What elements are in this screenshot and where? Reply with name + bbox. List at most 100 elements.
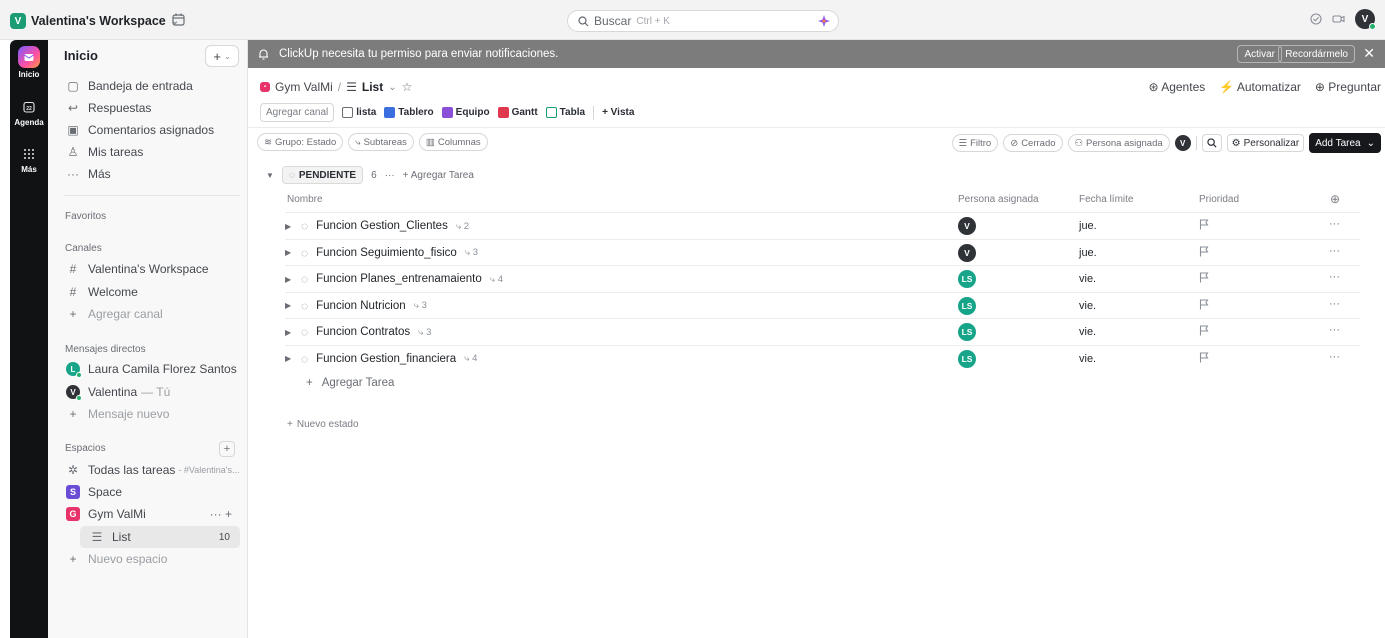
- priority-flag-icon[interactable]: [1199, 325, 1209, 339]
- new-space-item[interactable]: + Nuevo espacio: [56, 548, 240, 570]
- expand-caret-icon[interactable]: ▶: [285, 328, 293, 337]
- tab-equipo[interactable]: Equipo: [441, 107, 490, 118]
- star-icon[interactable]: ☆: [402, 80, 413, 94]
- group-more-icon[interactable]: ···: [385, 170, 395, 181]
- due-date[interactable]: vie.: [1079, 300, 1096, 312]
- assignee-avatar[interactable]: LS: [958, 270, 976, 288]
- task-name[interactable]: Funcion Gestion_financiera: [316, 353, 456, 365]
- row-more-icon[interactable]: ···: [1329, 271, 1340, 283]
- channel-item-welcome[interactable]: # Welcome: [56, 281, 240, 303]
- closed-button[interactable]: ⊘ Cerrado: [1003, 134, 1063, 152]
- search-input[interactable]: Buscar Ctrl + K: [567, 10, 839, 32]
- table-row[interactable]: ▶ ◌ Funcion Contratos ⤷ 3 LS vie. ···: [285, 318, 1360, 344]
- subtask-count[interactable]: ⤷ 4: [490, 274, 503, 285]
- task-name[interactable]: Funcion Nutricion: [316, 300, 405, 312]
- space-actions-icon[interactable]: ··· +: [210, 507, 232, 521]
- tab-gantt[interactable]: Gantt: [497, 107, 538, 118]
- tab-tablero[interactable]: Tablero: [384, 107, 434, 118]
- task-status-icon[interactable]: ◌: [301, 272, 308, 286]
- activate-button[interactable]: Activar: [1237, 45, 1282, 63]
- task-name[interactable]: Funcion Gestion_Clientes: [316, 220, 448, 232]
- breadcrumb-list[interactable]: List: [362, 80, 383, 94]
- dm-item-laura[interactable]: L Laura Camila Florez Santos: [56, 358, 240, 380]
- due-date[interactable]: jue.: [1079, 220, 1097, 232]
- sidebar-item-more[interactable]: ··· Más: [56, 163, 240, 185]
- task-name[interactable]: Funcion Planes_entrenamaiento: [316, 273, 482, 285]
- task-name[interactable]: Funcion Seguimiento_fisico: [316, 247, 457, 259]
- table-row[interactable]: ▶ ◌ Funcion Planes_entrenamaiento ⤷ 4 LS vie.…: [285, 265, 1360, 291]
- assignee-avatar[interactable]: LS: [958, 349, 976, 368]
- remind-me-button[interactable]: Recordármelo: [1278, 45, 1355, 63]
- filter-button[interactable]: ☰ Filtro: [951, 134, 999, 152]
- channel-item-workspace[interactable]: # Valentina's Workspace: [56, 258, 240, 280]
- channels-heading[interactable]: Canales: [65, 243, 102, 254]
- task-name-cell[interactable]: ▶ ◌ Funcion Gestion_Clientes ⤷ 2: [285, 219, 469, 233]
- expand-caret-icon[interactable]: ▶: [285, 275, 293, 284]
- expand-caret-icon[interactable]: ▶: [285, 301, 293, 310]
- space-item-space[interactable]: S Space: [56, 481, 240, 503]
- customize-button[interactable]: ⚙ Personalizar: [1226, 134, 1305, 152]
- row-more-icon[interactable]: ···: [1329, 298, 1340, 310]
- column-header-assignee[interactable]: Persona asignada: [958, 194, 1039, 205]
- rail-item-inicio[interactable]: Inicio: [10, 46, 48, 79]
- assignee-avatar-filter[interactable]: V: [1174, 135, 1191, 151]
- status-badge[interactable]: ◌ PENDIENTE: [281, 166, 364, 184]
- rail-item-mas[interactable]: Más: [10, 145, 48, 174]
- check-circle-icon[interactable]: [1310, 13, 1322, 25]
- task-status-icon[interactable]: ◌: [301, 299, 308, 313]
- table-row[interactable]: ▶ ◌ Funcion Gestion_financiera ⤷ 4 LS vie. ···: [285, 344, 1360, 371]
- expand-caret-icon[interactable]: ▶: [285, 354, 293, 363]
- subtask-count[interactable]: ⤷ 2: [456, 221, 469, 232]
- add-channel-button[interactable]: Agregar canal: [260, 103, 335, 122]
- task-status-icon[interactable]: ◌: [301, 219, 308, 233]
- column-header-due-date[interactable]: Fecha límite: [1079, 194, 1133, 205]
- table-row[interactable]: ▶ ◌ Funcion Gestion_Clientes ⤷ 2 Vjue. ···: [285, 212, 1360, 238]
- assignee-avatar[interactable]: V: [958, 217, 976, 235]
- priority-flag-icon[interactable]: [1199, 219, 1209, 233]
- column-header-name[interactable]: Nombre: [287, 194, 323, 205]
- subtasks-button[interactable]: ⤷ Subtareas: [348, 133, 414, 151]
- subtask-count[interactable]: ⤷ 4: [464, 353, 477, 364]
- tab-tabla[interactable]: Tabla: [545, 107, 585, 118]
- ask-button[interactable]: ⊕ Preguntar: [1315, 80, 1381, 94]
- ai-sparkle-icon[interactable]: [818, 15, 830, 27]
- due-date[interactable]: jue.: [1079, 247, 1097, 259]
- task-name-cell[interactable]: ▶ ◌ Funcion Planes_entrenamaiento ⤷ 4: [285, 272, 503, 286]
- priority-flag-icon[interactable]: [1199, 245, 1209, 260]
- workspace-switcher[interactable]: V Valentina's Workspace ⌄: [10, 11, 179, 31]
- assignee-filter-button[interactable]: ⚇ Persona asignada: [1067, 134, 1170, 152]
- subtask-count[interactable]: ⤷ 3: [414, 300, 427, 311]
- video-icon[interactable]: [1332, 13, 1345, 25]
- add-space-button[interactable]: +: [219, 441, 235, 457]
- agents-button[interactable]: ⊛ Agentes: [1148, 80, 1205, 94]
- task-status-icon[interactable]: ◌: [301, 352, 308, 366]
- due-date[interactable]: vie.: [1079, 353, 1096, 365]
- task-name-cell[interactable]: ▶ ◌ Funcion Seguimiento_fisico ⤷ 3: [285, 246, 478, 260]
- close-icon[interactable]: ✕: [1363, 45, 1375, 62]
- add-view-button[interactable]: + Vista: [602, 107, 634, 118]
- add-task-row[interactable]: + Agregar Tarea: [306, 377, 394, 389]
- assignee-avatar[interactable]: LS: [958, 296, 976, 315]
- subtask-count[interactable]: ⤷ 3: [418, 327, 431, 338]
- assignee-avatar[interactable]: LS: [958, 323, 976, 341]
- table-row[interactable]: ▶ ◌ Funcion Seguimiento_fisico ⤷ 3 Vjue. ···: [285, 238, 1360, 265]
- chevron-down-icon[interactable]: ⌄: [388, 82, 396, 93]
- sidebar-item-my-tasks[interactable]: ♙ Mis tareas: [56, 141, 240, 163]
- task-status-icon[interactable]: ◌: [301, 325, 308, 339]
- user-avatar[interactable]: V: [1355, 9, 1376, 30]
- group-by-button[interactable]: ≋ Grupo: Estado: [257, 133, 344, 151]
- dm-item-valentina[interactable]: V Valentina — Tú: [56, 381, 240, 403]
- add-task-button[interactable]: Add Tarea ⌄: [1309, 133, 1381, 153]
- search-button[interactable]: [1201, 134, 1222, 152]
- calendar-icon[interactable]: [172, 13, 185, 26]
- add-channel-item[interactable]: + Agregar canal: [56, 303, 240, 325]
- spaces-heading[interactable]: Espacios: [65, 443, 106, 454]
- priority-flag-icon[interactable]: [1199, 272, 1209, 286]
- task-name-cell[interactable]: ▶ ◌ Funcion Gestion_financiera ⤷ 4: [285, 352, 477, 366]
- new-message-item[interactable]: + Mensaje nuevo: [56, 403, 240, 425]
- subtask-count[interactable]: ⤷ 3: [465, 247, 478, 258]
- space-item-all-tasks[interactable]: ✲ Todas las tareas - #Valentina's...: [56, 459, 240, 481]
- sidebar-item-inbox[interactable]: ▢ Bandeja de entrada: [56, 75, 240, 97]
- row-more-icon[interactable]: ···: [1329, 218, 1340, 230]
- direct-messages-heading[interactable]: Mensajes directos: [65, 344, 146, 355]
